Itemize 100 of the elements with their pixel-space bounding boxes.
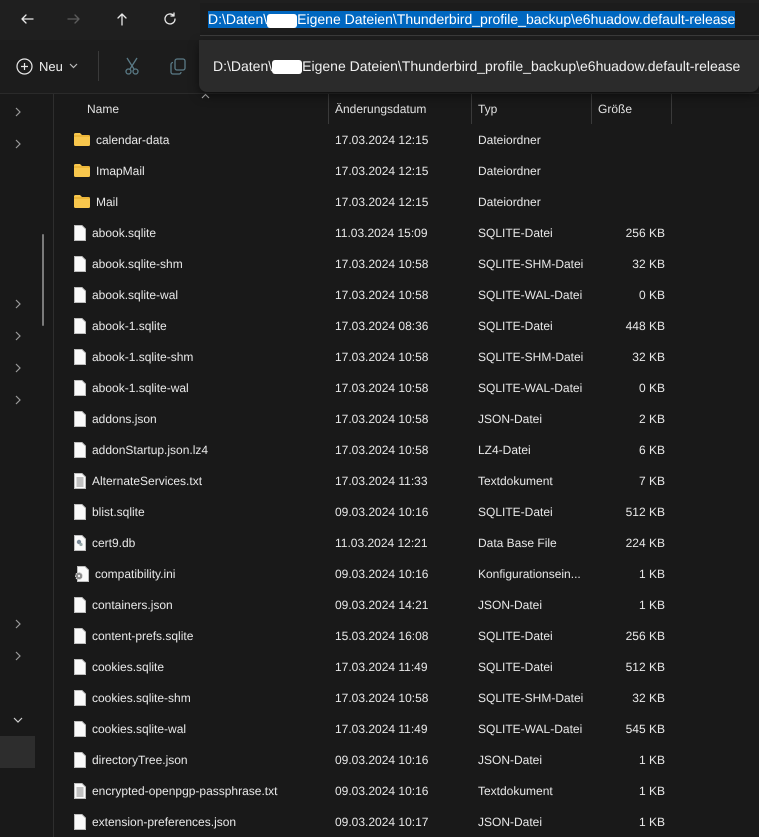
chevron-right-icon[interactable] <box>14 331 20 341</box>
file-icon <box>74 256 86 272</box>
file-icon <box>74 286 86 302</box>
file-icon <box>74 318 86 334</box>
new-button[interactable]: Neu <box>10 50 84 82</box>
table-cell: 1 KB <box>638 598 665 612</box>
folder-icon <box>74 133 90 146</box>
table-cell-text: SQLITE-WAL-Datei <box>477 722 584 736</box>
table-cell-text: Data Base File <box>477 536 558 550</box>
file-name[interactable]: directoryTree.json <box>92 752 188 766</box>
file-name[interactable]: ImapMail <box>96 164 145 178</box>
file-name[interactable]: content-prefs.sqlite <box>92 628 194 642</box>
plus-circle-icon[interactable] <box>16 58 33 75</box>
chevron-down-icon[interactable] <box>12 717 22 723</box>
chevron-right-icon[interactable] <box>14 363 20 373</box>
table-cell-text: 17.03.2024 11:49 <box>334 722 429 736</box>
column-header[interactable]: Typ <box>478 102 498 116</box>
column-header[interactable]: Größe <box>598 102 632 116</box>
chevron-right-icon[interactable] <box>14 651 20 661</box>
file-icon <box>74 380 86 396</box>
file-name[interactable]: abook-1.sqlite <box>92 318 167 332</box>
file-name[interactable]: cookies.sqlite <box>92 660 164 674</box>
caret-icon[interactable] <box>68 63 78 70</box>
table-cell-text: 17.03.2024 10:58 <box>334 690 430 704</box>
table-cell-text: SQLITE-SHM-Datei <box>477 690 584 704</box>
file-icon <box>74 628 86 644</box>
table-cell: 224 KB <box>626 536 665 550</box>
chevron-right-icon[interactable] <box>14 299 20 309</box>
table-cell: 512 KB <box>626 660 665 674</box>
file-name[interactable]: abook.sqlite-shm <box>92 256 183 270</box>
file-name[interactable]: abook.sqlite <box>92 226 156 240</box>
file-name[interactable]: cookies.sqlite-shm <box>92 690 191 704</box>
table-cell: 545 KB <box>626 722 665 736</box>
table-cell-text: SQLITE-Datei <box>477 504 554 518</box>
chevron-right-icon[interactable] <box>14 107 20 117</box>
table-cell-text: SQLITE-Datei <box>477 660 554 674</box>
table-cell-text: 17.03.2024 10:58 <box>334 380 430 394</box>
table-cell-text: JSON-Datei <box>477 598 544 612</box>
table-cell-text: SQLITE-WAL-Datei <box>477 288 584 302</box>
file-name[interactable]: addonStartup.json.lz4 <box>92 442 208 456</box>
table-cell-text: 09.03.2024 10:16 <box>334 784 430 798</box>
file-name[interactable]: addons.json <box>92 412 157 426</box>
table-cell: 256 KB <box>626 226 665 240</box>
table-cell-text: 09.03.2024 10:17 <box>334 814 430 828</box>
table-cell: 32 KB <box>632 256 665 270</box>
table-cell-text: 17.03.2024 10:58 <box>334 442 430 456</box>
file-name[interactable]: cookies.sqlite-wal <box>92 722 186 736</box>
address-suggestion[interactable]: D:\Daten\ Eigene Dateien\Thunderbird_profile_backup\e6huadow.default-release <box>199 40 759 92</box>
arrow-up-icon[interactable] <box>114 12 130 28</box>
table-cell-text: JSON-Datei <box>477 814 544 828</box>
chevron-right-icon[interactable] <box>14 139 20 149</box>
column-header[interactable]: Name <box>87 102 120 116</box>
scrollbar[interactable] <box>42 234 44 326</box>
table-cell-text: SQLITE-Datei <box>477 628 554 642</box>
column-header[interactable]: Änderungsdatum <box>335 102 426 116</box>
table-cell-text: 17.03.2024 10:58 <box>334 256 430 270</box>
file-name[interactable]: abook.sqlite-wal <box>92 288 178 302</box>
table-cell-text: 09.03.2024 10:16 <box>334 752 430 766</box>
file-name[interactable]: containers.json <box>92 598 173 612</box>
file-icon <box>74 596 86 612</box>
file-icon <box>74 224 86 240</box>
table-cell-text: Dateiordner <box>477 164 542 178</box>
chevron-right-icon[interactable] <box>14 619 20 629</box>
file-name[interactable]: Mail <box>96 194 118 208</box>
table-cell-text: 09.03.2024 10:16 <box>334 504 430 518</box>
table-cell: 2 KB <box>638 412 665 426</box>
table-cell: 6 KB <box>638 442 665 456</box>
file-name[interactable]: compatibility.ini <box>95 566 176 580</box>
file-name[interactable]: calendar-data <box>96 132 170 146</box>
file-name[interactable]: abook-1.sqlite-wal <box>92 380 189 394</box>
table-cell: 512 KB <box>626 504 665 518</box>
refresh-icon[interactable] <box>162 12 178 28</box>
text-file-icon <box>74 782 86 798</box>
table-cell-text: 17.03.2024 12:15 <box>334 132 430 146</box>
file-name[interactable]: extension-preferences.json <box>92 814 236 828</box>
table-cell: 32 KB <box>632 690 665 704</box>
table-cell: 1 KB <box>638 814 665 828</box>
table-cell-text: Textdokument <box>477 474 554 488</box>
file-icon <box>74 442 86 458</box>
file-name[interactable]: abook-1.sqlite-shm <box>92 350 194 364</box>
file-gear-icon <box>74 534 86 550</box>
table-cell-text: SQLITE-WAL-Datei <box>477 380 584 394</box>
file-name[interactable]: cert9.db <box>92 536 136 550</box>
file-icon <box>74 752 86 768</box>
file-icon <box>74 410 86 426</box>
text-file-icon <box>74 472 86 488</box>
file-name[interactable]: encrypted-openpgp-passphrase.txt <box>92 784 278 798</box>
table-cell-text: SQLITE-SHM-Datei <box>477 256 584 270</box>
table-cell-text: 11.03.2024 12:21 <box>334 536 429 550</box>
file-name[interactable]: AlternateServices.txt <box>92 474 202 488</box>
table-cell-text: SQLITE-Datei <box>477 318 554 332</box>
table-cell-text: SQLITE-SHM-Datei <box>477 350 584 364</box>
file-name[interactable]: blist.sqlite <box>92 504 145 518</box>
table-cell-text: 15.03.2024 16:08 <box>334 628 430 642</box>
table-cell: 448 KB <box>626 318 665 332</box>
chevron-right-icon[interactable] <box>14 395 20 405</box>
table-cell-text: 17.03.2024 11:33 <box>334 474 429 488</box>
table-cell-text: JSON-Datei <box>477 752 544 766</box>
folder-icon <box>74 195 90 208</box>
table-cell: 256 KB <box>626 628 665 642</box>
